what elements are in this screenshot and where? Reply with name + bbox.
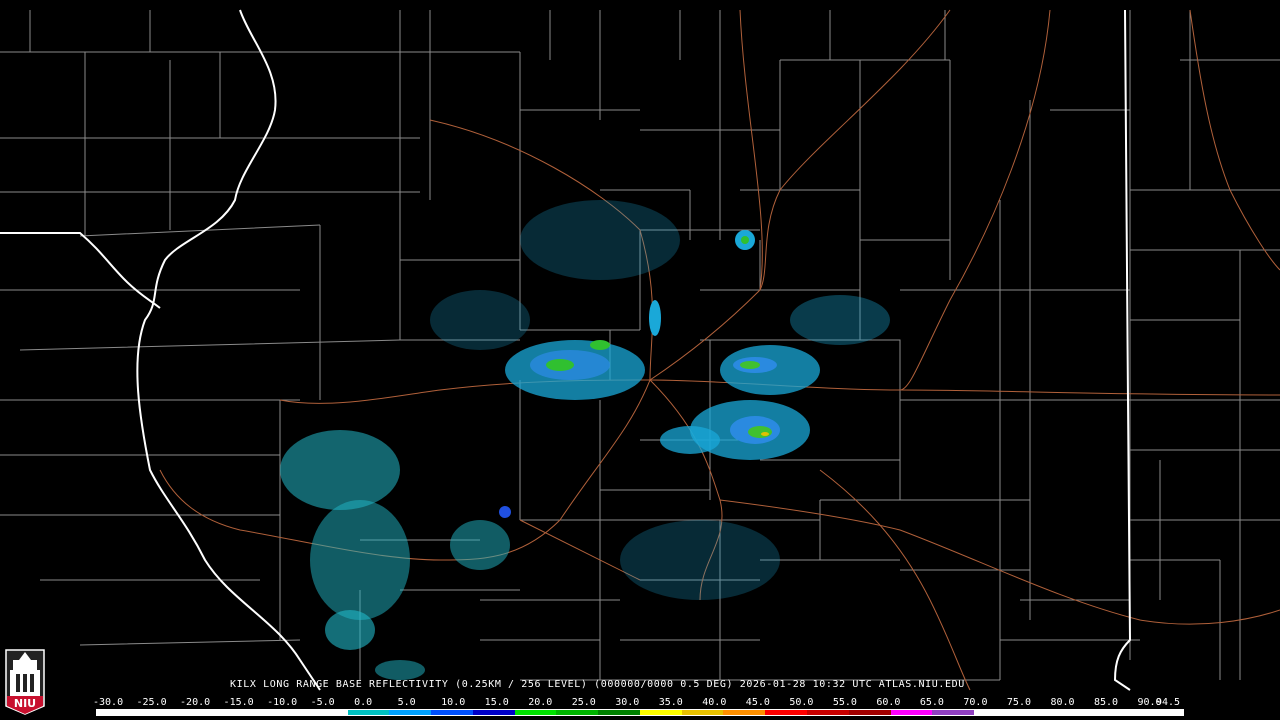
color-swatch	[848, 710, 891, 715]
legend-tick-label: 20.0	[528, 697, 553, 708]
color-swatch	[765, 710, 808, 715]
legend-tick-label: -30.0	[93, 697, 124, 708]
legend-tick-label: 70.0	[963, 697, 988, 708]
legend-tick-label: 55.0	[832, 697, 857, 708]
color-swatch	[180, 710, 223, 715]
legend-tick-label: 75.0	[1006, 697, 1031, 708]
legend-tick-label: -5.0	[310, 697, 335, 708]
legend-tick-label: 50.0	[789, 697, 814, 708]
legend-tick-label: 25.0	[571, 697, 596, 708]
color-swatch	[556, 710, 599, 715]
niu-logo: NIU	[5, 649, 45, 715]
legend-tick-label: 10.0	[441, 697, 466, 708]
legend-tick-label: -15.0	[223, 697, 254, 708]
color-swatch	[639, 710, 682, 715]
color-swatch	[723, 710, 766, 715]
radar-echoes	[280, 200, 890, 680]
legend-tick-label: 45.0	[745, 697, 770, 708]
color-swatch	[431, 710, 473, 715]
legend-tick-label: 5.0	[397, 697, 416, 708]
color-swatch	[1015, 710, 1058, 715]
legend-tick-label: 15.0	[484, 697, 509, 708]
color-swatch	[472, 710, 515, 715]
color-swatch	[222, 710, 265, 715]
color-swatch	[347, 710, 390, 715]
color-swatch	[890, 710, 933, 715]
color-swatch	[305, 710, 348, 715]
legend-tick-label: 30.0	[615, 697, 640, 708]
color-swatch	[264, 710, 306, 715]
legend-tick-label: 40.0	[702, 697, 727, 708]
legend-tick-label: -20.0	[180, 697, 211, 708]
color-swatch	[138, 710, 181, 715]
legend-tick-label: 65.0	[919, 697, 944, 708]
color-swatch	[974, 710, 1016, 715]
legend-tick-labels: -30.0 -25.0 -20.0 -15.0 -10.0 -5.0 0.0 5.0 10.0 1…	[93, 697, 1196, 708]
radar-map	[0, 9, 1280, 691]
product-title: KILX LONG RANGE BASE REFLECTIVITY (0.25K…	[230, 679, 965, 690]
logo-text: NIU	[14, 697, 36, 710]
color-swatch	[598, 710, 640, 715]
legend-tick-label: 94.5	[1156, 697, 1181, 708]
color-swatch	[681, 710, 724, 715]
color-swatch	[932, 710, 975, 715]
color-swatch	[1099, 710, 1142, 715]
reflectivity-color-bar	[96, 709, 1184, 716]
legend-tick-label: 60.0	[876, 697, 901, 708]
legend-tick-label: 35.0	[658, 697, 683, 708]
legend-tick-label: 0.0	[354, 697, 373, 708]
color-swatch	[1141, 710, 1183, 715]
color-swatch	[389, 710, 432, 715]
legend-tick-label: -10.0	[267, 697, 298, 708]
color-swatch	[1057, 710, 1100, 715]
legend-tick-label: 80.0	[1050, 697, 1075, 708]
legend-tick-label: -25.0	[136, 697, 167, 708]
color-swatch	[807, 710, 849, 715]
legend-tick-label: 85.0	[1093, 697, 1119, 708]
color-swatch	[97, 710, 139, 715]
color-swatch	[514, 710, 557, 715]
